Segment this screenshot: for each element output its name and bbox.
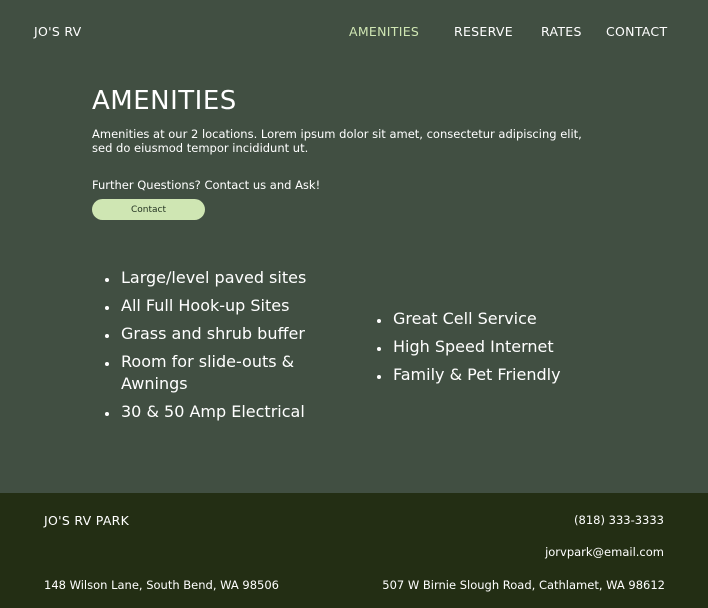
list-item: Great Cell Service [391,308,651,330]
list-item: Grass and shrub buffer [119,323,359,345]
page-title: AMENITIES [92,86,237,116]
footer-address-2: 507 W Birnie Slough Road, Cathlamet, WA … [382,578,665,592]
list-item: Room for slide-outs & Awnings [119,351,359,395]
footer-brand: JO'S RV PARK [44,513,130,528]
site-footer: JO'S RV PARK (818) 333-3333 jorvpark@ema… [0,493,708,608]
site-brand[interactable]: JO'S RV [34,24,82,39]
list-item: Large/level paved sites [119,267,359,289]
footer-phone[interactable]: (818) 333-3333 [574,513,664,527]
footer-address-1: 148 Wilson Lane, South Bend, WA 98506 [44,578,280,592]
nav-amenities[interactable]: AMENITIES [349,24,419,39]
intro-text: Amenities at our 2 locations. Lorem ipsu… [92,127,582,155]
contact-button[interactable]: Contact [92,199,205,220]
amenities-list-right: Great Cell Service High Speed Internet F… [369,308,651,392]
top-navigation: JO'S RV AMENITIES RESERVE RATES CONTACT [0,0,708,60]
nav-contact[interactable]: CONTACT [606,24,667,39]
nav-reserve[interactable]: RESERVE [454,24,513,39]
amenities-list-left: Large/level paved sites All Full Hook-up… [97,267,359,429]
nav-rates[interactable]: RATES [541,24,582,39]
question-text: Further Questions? Contact us and Ask! [92,178,321,192]
list-item: Family & Pet Friendly [391,364,651,386]
list-item: 30 & 50 Amp Electrical [119,401,359,423]
list-item: High Speed Internet [391,336,651,358]
list-item: All Full Hook-up Sites [119,295,359,317]
footer-email[interactable]: jorvpark@email.com [545,545,664,559]
